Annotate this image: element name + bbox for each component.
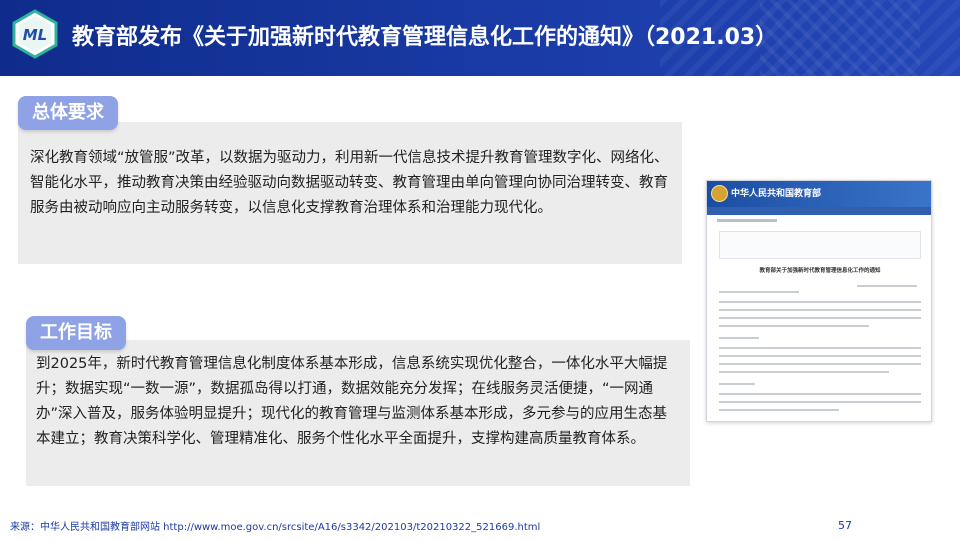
document-text-line (719, 291, 799, 293)
overall-requirements-text: 深化教育领域“放管服”改革，以数据为驱动力，利用新一代信息技术提升教育管理数字化… (30, 150, 669, 216)
section-label-work-goals: 工作目标 (26, 316, 126, 350)
overall-requirements-box: 深化教育领域“放管服”改革，以数据为驱动力，利用新一代信息技术提升教育管理数字化… (18, 122, 682, 264)
document-text-line (719, 325, 869, 327)
document-text-line (719, 409, 839, 411)
page-number: 57 (838, 519, 852, 532)
document-text-line (719, 355, 921, 357)
source-footnote: 来源：中华人民共和国教育部网站 http://www.moe.gov.cn/sr… (10, 522, 541, 533)
page-title: 教育部发布《关于加强新时代教育管理信息化工作的通知》（2021.03） (72, 25, 778, 50)
document-text-line (719, 309, 921, 311)
document-text-line (857, 285, 917, 287)
document-nav-bar (707, 207, 931, 215)
logo-text: ML (23, 26, 48, 44)
work-goals-text: 到2025年，新时代教育管理信息化制度体系基本形成，信息系统实现优化整合，一体化… (36, 356, 668, 447)
document-meta-table (719, 231, 921, 259)
national-emblem-icon (711, 185, 728, 202)
document-text-line (719, 401, 921, 403)
document-text-line (719, 363, 921, 365)
document-text-line (719, 371, 889, 373)
title-bar: ML 教育部发布《关于加强新时代教育管理信息化工作的通知》（2021.03） (0, 0, 960, 76)
header-decoration-2 (760, 0, 920, 76)
document-site-name: 中华人民共和国教育部 (731, 189, 822, 199)
document-text-line (719, 383, 755, 385)
document-text-line (719, 317, 921, 319)
document-text-line (719, 337, 759, 339)
document-text-line (719, 347, 921, 349)
document-title: 教育部关于加强新时代教育管理信息化工作的通知 (759, 268, 881, 274)
document-text-line (719, 301, 921, 303)
ml-logo-icon: ML (12, 9, 58, 59)
document-site-header: 中华人民共和国教育部 (707, 181, 931, 207)
section-label-overall-requirements: 总体要求 (18, 96, 118, 130)
document-screenshot: 中华人民共和国教育部 教育部关于加强新时代教育管理信息化工作的通知 (706, 180, 932, 422)
work-goals-box: 到2025年，新时代教育管理信息化制度体系基本形成，信息系统实现优化整合，一体化… (26, 340, 690, 486)
document-breadcrumb (717, 219, 777, 222)
document-text-line (719, 393, 921, 395)
